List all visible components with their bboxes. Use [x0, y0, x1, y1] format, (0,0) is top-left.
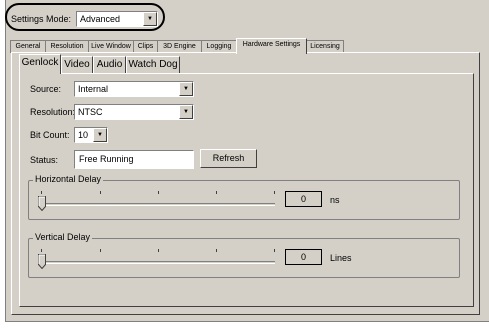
bit-count-label: Bit Count: [30, 130, 70, 140]
tab-hardware-settings[interactable]: Hardware Settings [236, 38, 307, 54]
slider-tick [41, 191, 42, 194]
horizontal-delay-value[interactable]: 0 [285, 191, 322, 207]
slider-tick [158, 249, 159, 252]
source-value: Internal [78, 84, 109, 94]
vertical-delay-slider[interactable] [38, 261, 275, 264]
horizontal-delay-title: Horizontal Delay [33, 174, 104, 184]
horizontal-delay-group [28, 180, 460, 220]
resolution-value: NTSC [78, 107, 103, 117]
bit-count-value: 10 [78, 130, 89, 140]
tab-audio[interactable]: Audio [93, 56, 126, 73]
refresh-button[interactable]: Refresh [200, 149, 257, 168]
vertical-delay-unit: Lines [330, 253, 352, 263]
slider-tick [216, 249, 217, 252]
horizontal-delay-slider-thumb[interactable] [38, 196, 46, 211]
slider-tick [100, 191, 101, 194]
slider-tick [100, 249, 101, 252]
status-label: Status: [30, 155, 59, 165]
resolution-dropdown[interactable]: NTSC ▼ [74, 104, 194, 120]
tab-watch-dog[interactable]: Watch Dog [126, 56, 180, 73]
highlight-oval [5, 3, 165, 31]
vertical-delay-title: Vertical Delay [33, 232, 93, 242]
slider-tick [41, 249, 42, 252]
source-dropdown[interactable]: Internal ▼ [74, 81, 194, 97]
chevron-down-icon[interactable]: ▼ [179, 82, 193, 96]
resolution-label: Resolution: [30, 107, 76, 117]
slider-tick [158, 191, 159, 194]
vertical-delay-value[interactable]: 0 [285, 249, 322, 265]
chevron-down-icon[interactable]: ▼ [179, 105, 193, 119]
tab-genlock[interactable]: Genlock [19, 54, 61, 74]
vertical-delay-slider-thumb[interactable] [38, 254, 46, 269]
vertical-delay-group [28, 238, 460, 278]
horizontal-delay-unit: ns [330, 195, 340, 205]
chevron-down-icon[interactable]: ▼ [93, 128, 107, 142]
bit-count-dropdown[interactable]: 10 ▼ [74, 127, 108, 143]
slider-tick [274, 249, 275, 252]
horizontal-delay-slider[interactable] [38, 203, 275, 206]
source-label: Source: [30, 84, 62, 94]
slider-tick [274, 191, 275, 194]
status-field: Free Running [74, 150, 194, 169]
slider-tick [216, 191, 217, 194]
tab-video[interactable]: Video [61, 56, 93, 73]
